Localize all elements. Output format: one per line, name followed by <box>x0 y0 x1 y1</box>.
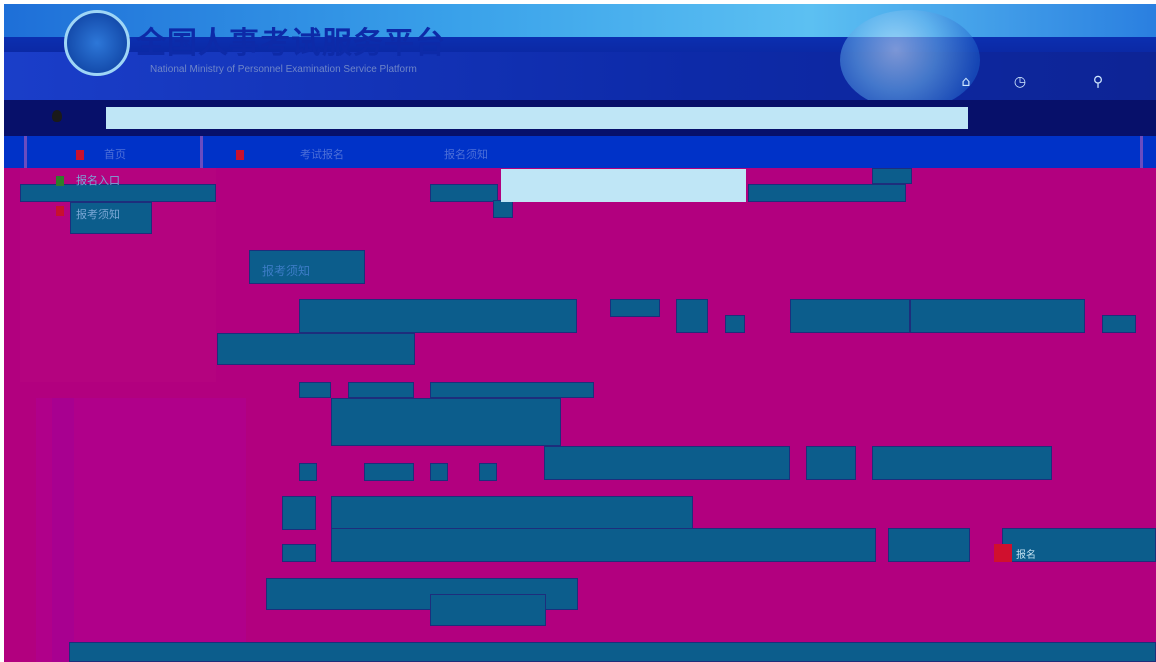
breadcrumb-item-exam[interactable]: 考试报名 <box>300 146 344 162</box>
site-subtitle: National Ministry of Personnel Examinati… <box>150 64 417 75</box>
text-line-block <box>331 496 693 530</box>
text-line-block <box>479 463 497 481</box>
text-line-block <box>217 333 415 365</box>
text-line-block <box>1102 315 1136 333</box>
text-line-block <box>364 463 414 481</box>
left-panel-stripe <box>52 398 74 662</box>
text-line-block <box>676 299 708 333</box>
filter-action-block[interactable] <box>872 168 912 184</box>
divider <box>200 136 203 168</box>
text-line-block <box>430 463 448 481</box>
globe-decoration <box>840 10 980 110</box>
divider <box>24 136 27 168</box>
user-icon[interactable]: ⚲ <box>1088 74 1108 92</box>
text-line-block <box>348 382 414 398</box>
location-pin-icon <box>52 110 62 122</box>
text-line-block <box>610 299 660 317</box>
footer-bar <box>69 642 1156 662</box>
text-line-block <box>544 446 790 480</box>
sidebar-item-label: 报考须知 <box>76 208 120 221</box>
list-icon <box>56 206 64 216</box>
folder-icon <box>236 150 244 160</box>
page-title: 报考须知 <box>262 264 311 278</box>
text-line-block <box>299 382 331 398</box>
text-line-block <box>888 528 970 562</box>
notice-marker-icon <box>994 544 1012 562</box>
breadcrumb-item-home[interactable]: 首页 <box>104 146 126 162</box>
filter-action-block[interactable] <box>748 184 906 202</box>
filter-label-block <box>493 200 513 218</box>
filter-label-block <box>430 184 498 202</box>
filter-input[interactable] <box>501 169 746 202</box>
breadcrumb-item-notice[interactable]: 报名须知 <box>444 146 488 162</box>
divider <box>1140 136 1143 168</box>
text-line-block <box>790 299 910 333</box>
text-line-block <box>282 544 316 562</box>
text-line-block <box>299 299 577 333</box>
list-icon <box>56 176 64 186</box>
text-line-block <box>872 446 1052 480</box>
text-line-block <box>430 382 594 398</box>
clock-icon[interactable]: ◷ <box>1010 74 1030 92</box>
text-line-block <box>282 496 316 530</box>
text-line-block <box>331 528 876 562</box>
notice-marker-label: 报名 <box>1016 550 1036 561</box>
site-logo-icon[interactable] <box>64 10 130 76</box>
text-line-block <box>910 299 1085 333</box>
home-icon <box>76 150 84 160</box>
search-input[interactable] <box>106 107 968 129</box>
site-title: 全国人事考试服务平台 <box>136 27 446 60</box>
text-line-block <box>331 398 561 446</box>
breadcrumb <box>4 136 1156 168</box>
text-line-block <box>299 463 317 481</box>
sidebar-item-label: 报名入口 <box>76 174 120 187</box>
text-line-block <box>430 594 546 626</box>
text-line-block <box>725 315 745 333</box>
home-icon[interactable]: ⌂ <box>956 74 976 92</box>
text-line-block <box>806 446 856 480</box>
